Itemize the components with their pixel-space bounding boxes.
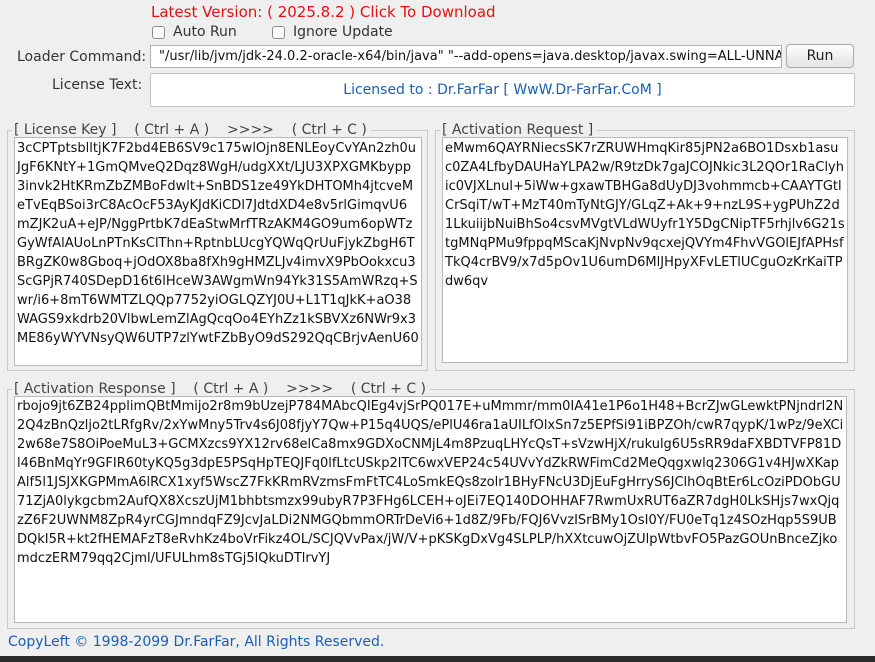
auto-run-checkbox-box[interactable] bbox=[152, 25, 165, 39]
activation-request-title: [ Activation Request ] bbox=[440, 122, 598, 138]
ignore-update-checkbox-box[interactable] bbox=[272, 25, 285, 39]
loader-command-input[interactable]: "/usr/lib/jvm/jdk-24.0.2-oracle-x64/bin/… bbox=[150, 45, 782, 68]
ignore-update-label: Ignore Update bbox=[293, 24, 393, 40]
run-button[interactable]: Run bbox=[786, 44, 854, 68]
license-text-field[interactable]: Licensed to : Dr.FarFar [ WwW.Dr-FarFar.… bbox=[150, 73, 855, 107]
ignore-update-checkbox[interactable]: Ignore Update bbox=[272, 22, 393, 42]
activation-response-textarea[interactable]: rbojo9jt6ZB24pplimQBtMmijo2r8m9bUzejP784… bbox=[14, 396, 847, 623]
copyleft-footer: CopyLeft © 1998-2099 Dr.FarFar, All Righ… bbox=[8, 634, 385, 650]
license-key-title: [ License Key ] ( Ctrl + A ) >>>> ( Ctrl… bbox=[12, 122, 371, 138]
activation-response-title: [ Activation Response ] ( Ctrl + A ) >>>… bbox=[12, 381, 431, 397]
auto-run-label: Auto Run bbox=[173, 24, 237, 40]
loader-command-label: Loader Command: bbox=[17, 49, 147, 65]
bottom-edge-bar bbox=[0, 656, 875, 662]
auto-run-checkbox[interactable]: Auto Run bbox=[152, 22, 237, 42]
license-text-label: License Text: bbox=[52, 77, 143, 93]
latest-version-link[interactable]: Latest Version: ( 2025.8.2 ) Click To Do… bbox=[151, 3, 496, 21]
license-key-textarea[interactable]: 3cCPTptsblltjK7F2bd4EB6SV9c175wlOjn8ENLE… bbox=[14, 137, 422, 366]
activation-request-textarea[interactable]: eMwm6QAYRNiecsSK7rZRUWHmqKir85jPN2a6BO1D… bbox=[442, 137, 848, 363]
